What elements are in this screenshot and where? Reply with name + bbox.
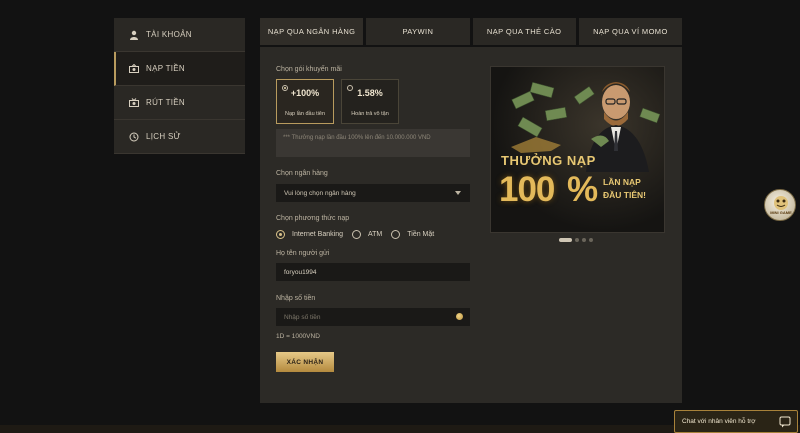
banner-dot[interactable] — [575, 238, 579, 242]
method-label: Chọn phương thức nạp — [276, 215, 350, 222]
sender-label: Họ tên người gửi — [276, 250, 330, 257]
banner-big-number: 100 — [499, 170, 555, 209]
promo-label: Chọn gói khuyến mãi — [276, 66, 342, 73]
sidebar: TÀI KHOẢN NẠP TIỀN RÚT TIỀN LỊCH SỬ — [114, 18, 245, 154]
deposit-icon — [128, 63, 140, 75]
promo-sub: Hoàn trả vô tận — [351, 111, 389, 117]
mini-game-icon — [774, 196, 788, 210]
tab-momo[interactable]: NẠP QUA VÍ MOMO — [578, 18, 682, 45]
promo-note: *** Thưởng nạp lần đầu 100% lên đến 10.0… — [276, 129, 470, 157]
withdraw-icon — [128, 97, 140, 109]
banner-line-2: ĐẦU TIÊN! — [603, 190, 646, 200]
bank-label: Chọn ngân hàng — [276, 170, 328, 177]
promo-value: +100% — [290, 88, 320, 98]
history-icon — [128, 131, 140, 143]
support-chat-button[interactable]: Chat với nhân viên hỗ trợ — [674, 410, 798, 433]
sidebar-item-label: TÀI KHOẢN — [146, 30, 192, 39]
banner-dot[interactable] — [582, 238, 586, 242]
sidebar-item-label: NẠP TIỀN — [146, 64, 186, 73]
method-label-text: ATM — [367, 231, 383, 238]
promo-sub: Nạp lần đầu tiên — [284, 111, 326, 117]
sidebar-item-history[interactable]: LỊCH SỬ — [114, 120, 245, 154]
banner-line-1: LẦN NẠP — [603, 177, 641, 187]
radio-icon — [391, 230, 401, 239]
method-internet-banking[interactable]: Internet Banking — [276, 230, 343, 239]
bank-select[interactable]: Vui lòng chọn ngân hàng — [276, 184, 470, 202]
sidebar-item-label: LỊCH SỬ — [146, 132, 181, 141]
tab-bank[interactable]: NẠP QUA NGÂN HÀNG — [260, 18, 364, 45]
method-atm[interactable]: ATM — [351, 230, 383, 239]
promo-value: 1.58% — [357, 88, 383, 98]
sender-name-input[interactable]: foryou1994 — [276, 263, 470, 281]
tab-card[interactable]: NẠP QUA THẺ CÀO — [472, 18, 576, 45]
bank-select-value: Vui lòng chọn ngân hàng — [284, 189, 356, 197]
user-icon — [128, 29, 140, 41]
method-radio-group: Internet Banking ATM Tiền Mặt — [276, 230, 443, 239]
coin-icon — [456, 313, 463, 320]
method-label-text: Internet Banking — [292, 231, 343, 238]
chat-bubble-icon — [779, 416, 791, 428]
deposit-panel: Chọn gói khuyến mãi +100% Nạp lần đầu ti… — [260, 47, 682, 403]
sidebar-item-deposit[interactable]: NẠP TIỀN — [114, 52, 245, 86]
deposit-method-tabs: NẠP QUA NGÂN HÀNG PAYWIN NẠP QUA THẺ CÀO… — [260, 18, 682, 45]
exchange-rate: 1D = 1000VND — [276, 333, 320, 340]
sidebar-item-withdraw[interactable]: RÚT TIỀN — [114, 86, 245, 120]
amount-input[interactable]: Nhập số tiền — [276, 308, 470, 326]
banner-dot[interactable] — [559, 238, 572, 242]
banner-title: THƯỞNG NẠP — [501, 153, 596, 168]
confirm-button[interactable]: XÁC NHẬN — [276, 352, 334, 372]
promo-option-rebate[interactable]: 1.58% Hoàn trả vô tận — [341, 79, 399, 124]
sidebar-item-label: RÚT TIỀN — [146, 98, 185, 107]
method-label-text: Tiền Mặt — [407, 231, 435, 238]
mini-game-label: MINI GAME — [770, 210, 792, 215]
chat-label: Chat với nhân viên hỗ trợ — [682, 418, 756, 425]
tab-paywin[interactable]: PAYWIN — [366, 18, 470, 45]
banner-pagination — [559, 238, 593, 242]
amount-placeholder: Nhập số tiền — [284, 313, 321, 321]
promo-banner[interactable]: THƯỞNG NẠP 100 % LẦN NẠP ĐẦU TIÊN! — [490, 66, 665, 233]
chevron-down-icon — [455, 191, 461, 195]
radio-icon — [351, 230, 361, 239]
sidebar-item-account[interactable]: TÀI KHOẢN — [114, 18, 245, 52]
amount-label: Nhập số tiền — [276, 295, 316, 302]
promo-option-first-deposit[interactable]: +100% Nạp lần đầu tiên — [276, 79, 334, 124]
method-cash[interactable]: Tiền Mặt — [391, 230, 434, 239]
radio-icon — [276, 230, 285, 239]
mini-game-button[interactable]: MINI GAME — [764, 189, 796, 221]
banner-percent: % — [567, 170, 599, 209]
banner-dot[interactable] — [589, 238, 593, 242]
